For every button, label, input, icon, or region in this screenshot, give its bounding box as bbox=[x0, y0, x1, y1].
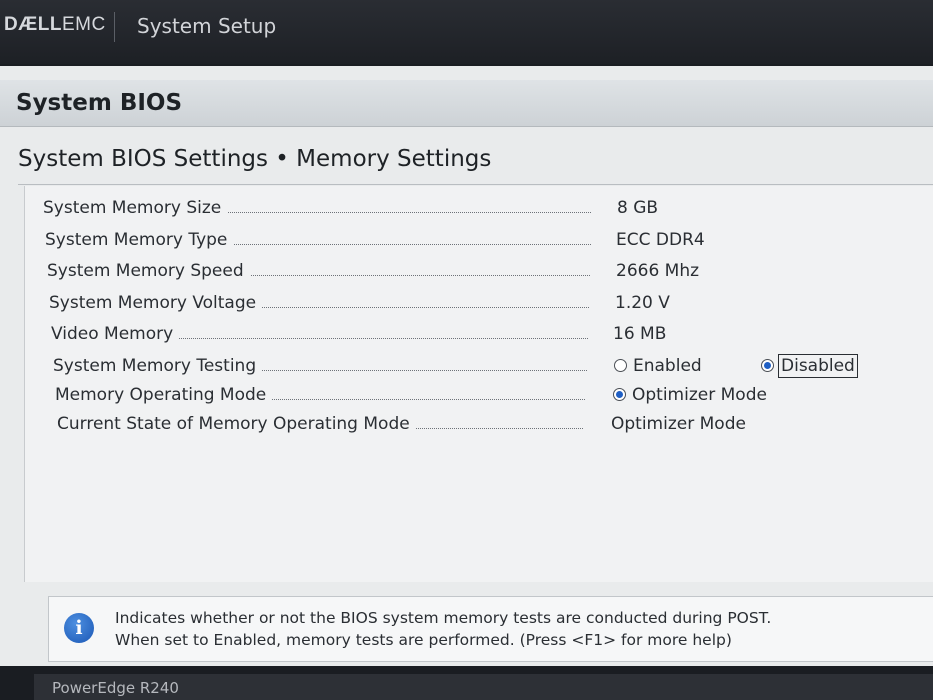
help-text: Indicates whether or not the BIOS system… bbox=[115, 609, 772, 649]
settings-list: System Memory Size 8 GB System Memory Ty… bbox=[24, 186, 933, 582]
setting-label: System Memory Type bbox=[45, 230, 234, 250]
bios-header: System BIOS bbox=[0, 80, 933, 127]
radio-checked-icon[interactable] bbox=[613, 388, 626, 401]
option-enabled[interactable]: Enabled bbox=[614, 356, 702, 376]
setting-label: System Memory Testing bbox=[53, 356, 263, 376]
app-title: System Setup bbox=[137, 14, 277, 38]
setting-row-memory-testing: System Memory Testing Enabled Disabled bbox=[53, 354, 873, 382]
option-disabled[interactable]: Disabled bbox=[761, 354, 858, 378]
radio-checked-icon[interactable] bbox=[761, 359, 774, 372]
help-box: i Indicates whether or not the BIOS syst… bbox=[48, 596, 933, 662]
setting-label: System Memory Speed bbox=[47, 261, 250, 281]
main-panel: System BIOS System BIOS Settings • Memor… bbox=[0, 66, 933, 666]
setting-value: ECC DDR4 bbox=[616, 230, 705, 250]
setting-value: 8 GB bbox=[617, 198, 659, 218]
radio-unchecked-icon[interactable] bbox=[614, 359, 627, 372]
dell-emc-logo: DÆLLEMC bbox=[4, 14, 106, 35]
footer-bar: PowerEdge R240 bbox=[34, 674, 933, 700]
setting-label: System Memory Voltage bbox=[49, 293, 263, 313]
setting-value: Optimizer Mode bbox=[611, 414, 746, 434]
setting-value: 1.20 V bbox=[615, 293, 670, 313]
setting-label: Memory Operating Mode bbox=[55, 385, 273, 405]
info-icon: i bbox=[64, 613, 94, 643]
setting-label: System Memory Size bbox=[43, 198, 228, 218]
setting-label: Video Memory bbox=[51, 324, 180, 344]
setting-value: 2666 Mhz bbox=[616, 261, 700, 281]
setting-value: 16 MB bbox=[613, 324, 667, 344]
top-bar: DÆLLEMC System Setup bbox=[0, 0, 933, 64]
model-name: PowerEdge R240 bbox=[52, 679, 179, 697]
title-divider bbox=[18, 184, 933, 185]
bios-title: System BIOS bbox=[16, 90, 183, 116]
setting-label: Current State of Memory Operating Mode bbox=[57, 414, 416, 434]
page-title: System BIOS Settings • Memory Settings bbox=[18, 146, 492, 172]
topbar-divider bbox=[114, 12, 115, 42]
option-optimizer-mode[interactable]: Optimizer Mode bbox=[613, 385, 767, 405]
